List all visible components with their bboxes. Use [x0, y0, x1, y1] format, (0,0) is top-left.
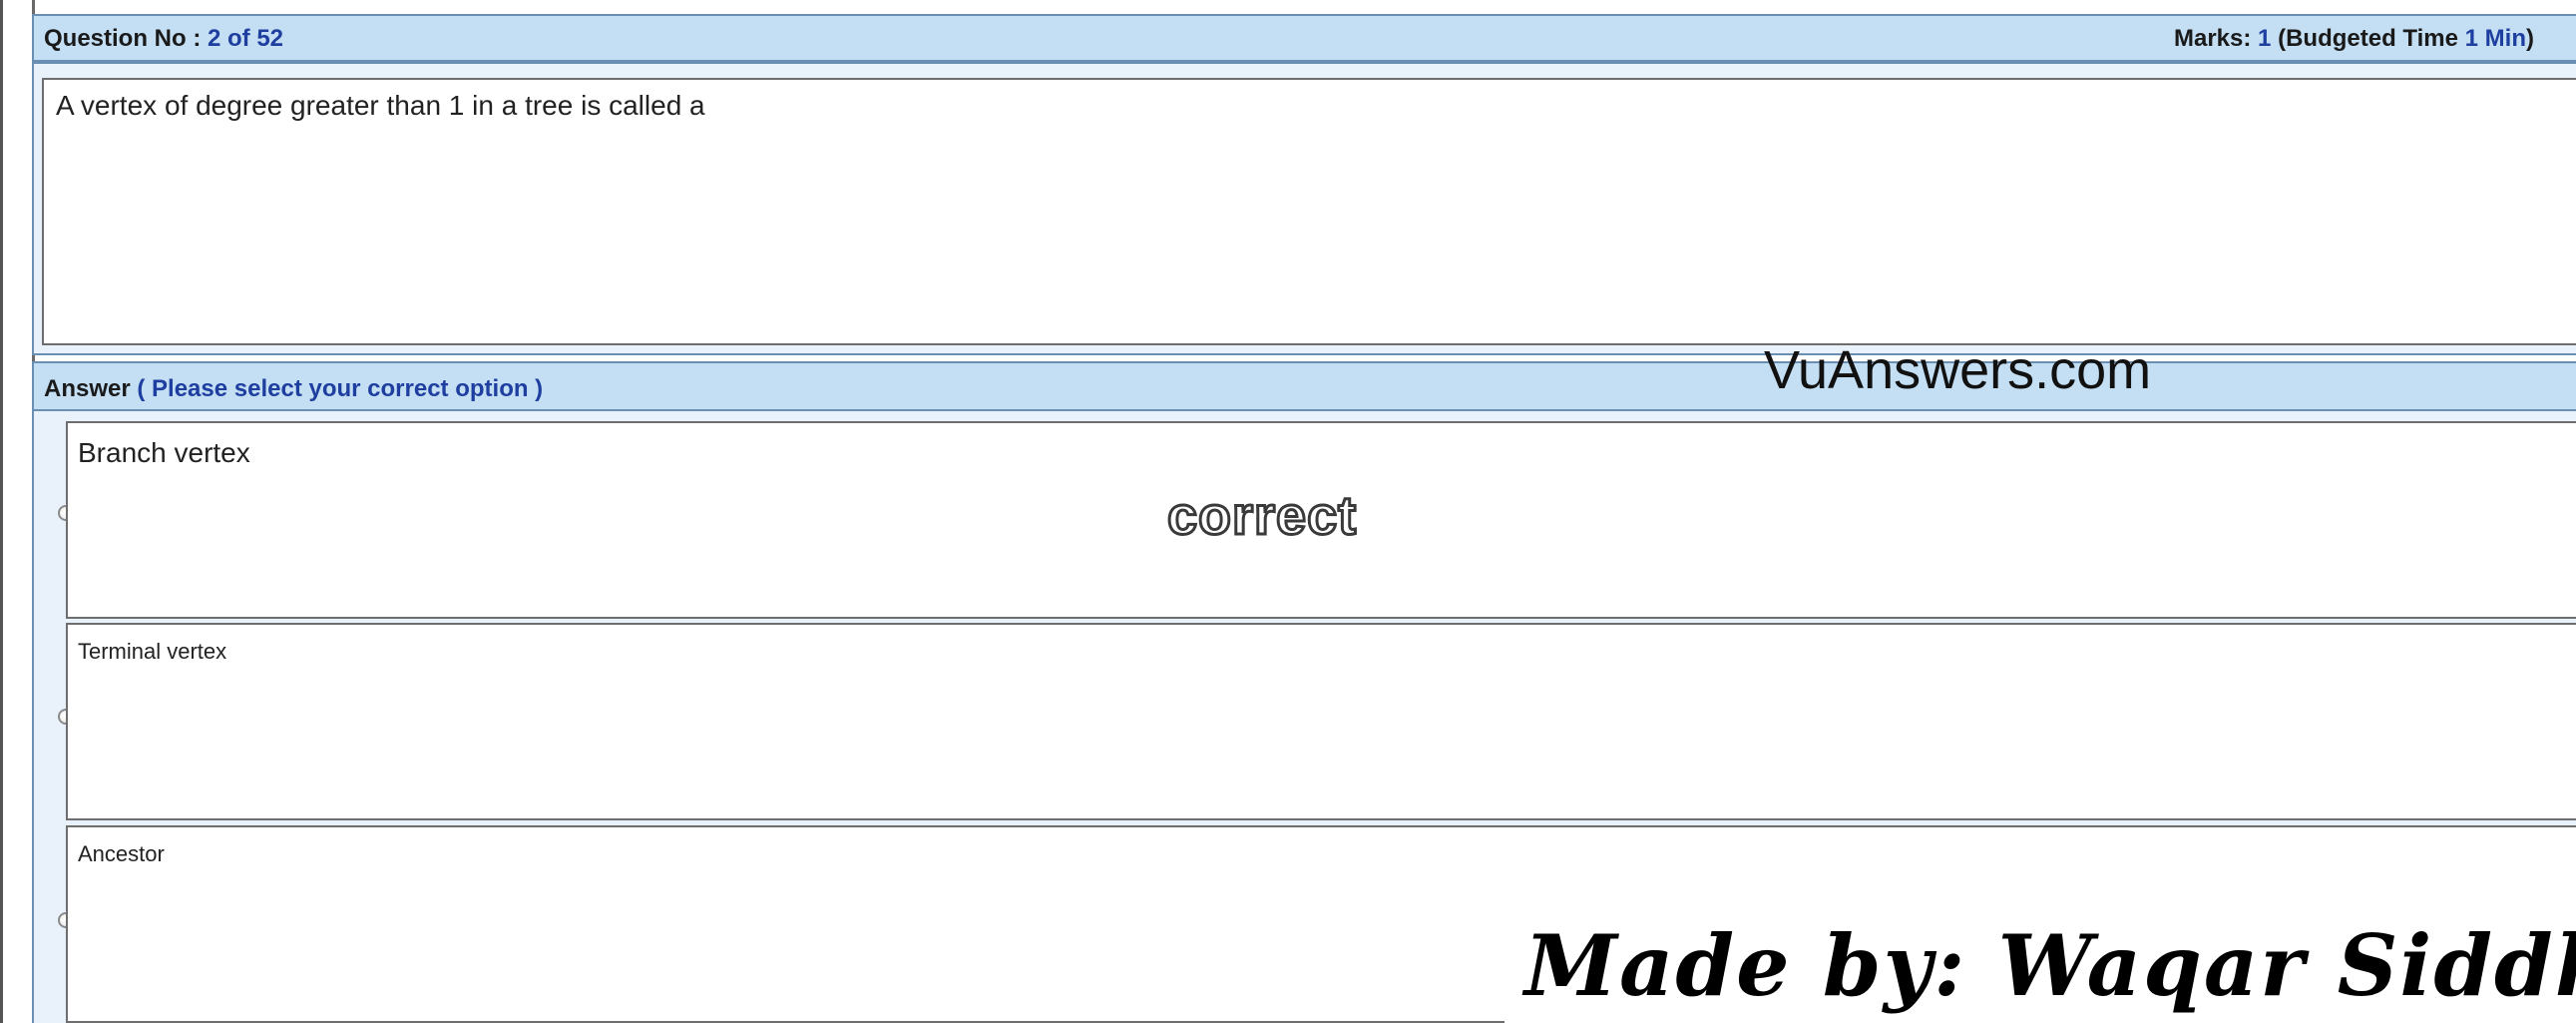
option-text-1: Branch vertex: [78, 437, 250, 468]
budget-close: ): [2526, 25, 2534, 52]
answer-hint: ( Please select your correct option ): [137, 375, 544, 402]
answer-label-group: Answer ( Please select your correct opti…: [44, 375, 543, 403]
question-text: A vertex of degree greater than 1 in a t…: [42, 78, 2576, 345]
answer-label: Answer: [44, 375, 131, 402]
option-text-3: Ancestor: [78, 841, 165, 866]
question-number: 2 of 52: [208, 25, 284, 52]
answer-header: Answer ( Please select your correct opti…: [32, 361, 2576, 411]
marks-info: Marks: 1 (Budgeted Time 1 Min): [2174, 25, 2534, 53]
author-signature: Made by: Waqar Siddhu: [1504, 908, 2576, 1023]
marks-label: Marks:: [2174, 25, 2252, 52]
option-box-2[interactable]: Terminal vertex: [66, 623, 2576, 820]
question-panel: A vertex of degree greater than 1 in a t…: [32, 62, 2576, 355]
option-text-2: Terminal vertex: [78, 639, 227, 664]
question-counter: Question No : 2 of 52: [44, 25, 283, 53]
signature-text: Made by: Waqar Siddhu: [1524, 916, 2576, 1015]
marks-value: 1: [2258, 25, 2272, 52]
question-label: Question No :: [44, 25, 202, 52]
budget-label: (Budgeted Time: [2278, 25, 2458, 52]
correct-stamp: correct: [1165, 485, 1358, 548]
question-header: Question No : 2 of 52 Marks: 1 (Budgeted…: [32, 14, 2576, 62]
budget-value: 1 Min: [2464, 25, 2526, 52]
site-watermark: VuAnswers.com: [1764, 340, 2152, 400]
